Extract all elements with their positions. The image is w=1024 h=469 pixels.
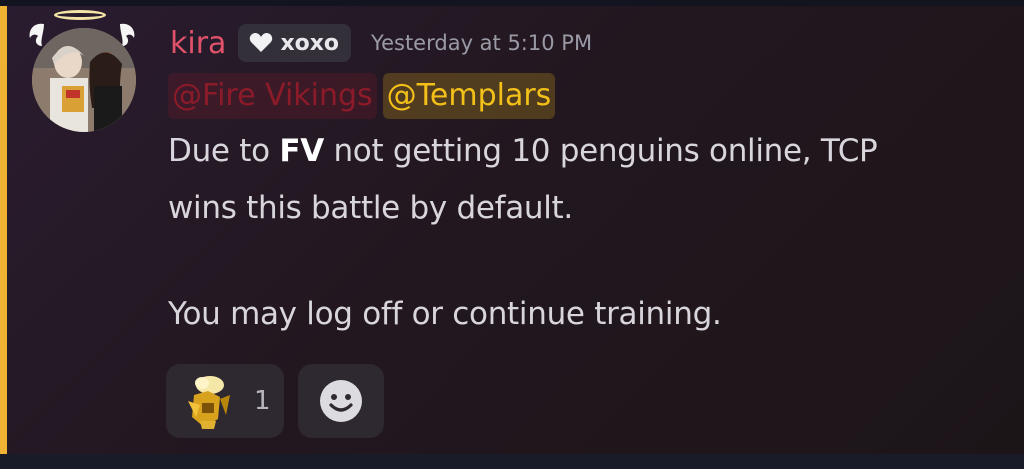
avatar[interactable] xyxy=(32,28,136,132)
tag-text: xoxo xyxy=(280,30,340,56)
smiley-icon xyxy=(320,380,362,422)
avatar-photo xyxy=(32,28,136,132)
mention-templars[interactable]: @Templars xyxy=(382,73,556,119)
message-line: You may log off or continue training. xyxy=(168,296,722,332)
halo-icon xyxy=(54,10,106,20)
username[interactable]: kira xyxy=(170,26,226,61)
avatar-decoration[interactable] xyxy=(24,10,144,132)
message-line: wins this battle by default. xyxy=(168,190,573,226)
top-bar xyxy=(0,0,1024,6)
add-reaction-button[interactable] xyxy=(298,364,384,438)
message-text: Due to xyxy=(168,133,280,169)
reaction-bar: 1 xyxy=(166,364,384,438)
mention-highlight-stripe xyxy=(0,6,7,454)
user-tag[interactable]: xoxo xyxy=(238,24,352,62)
mention-fire-vikings[interactable]: @Fire Vikings xyxy=(168,73,377,119)
message-text: not getting 10 penguins online, TCP xyxy=(323,133,878,169)
reaction-button[interactable]: 1 xyxy=(166,364,284,438)
timestamp[interactable]: Yesterday at 5:10 PM xyxy=(371,31,592,55)
role-mentions: @Fire Vikings @Templars xyxy=(168,72,556,120)
heart-icon xyxy=(250,33,273,52)
bottom-bar xyxy=(0,454,1024,469)
message-line: Due to FV not getting 10 penguins online… xyxy=(168,133,878,169)
message-bold-text: FV xyxy=(279,133,324,169)
message-header: kira xoxo Yesterday at 5:10 PM xyxy=(170,22,592,64)
reaction-count: 1 xyxy=(254,386,271,416)
knight-emoji xyxy=(188,376,230,429)
